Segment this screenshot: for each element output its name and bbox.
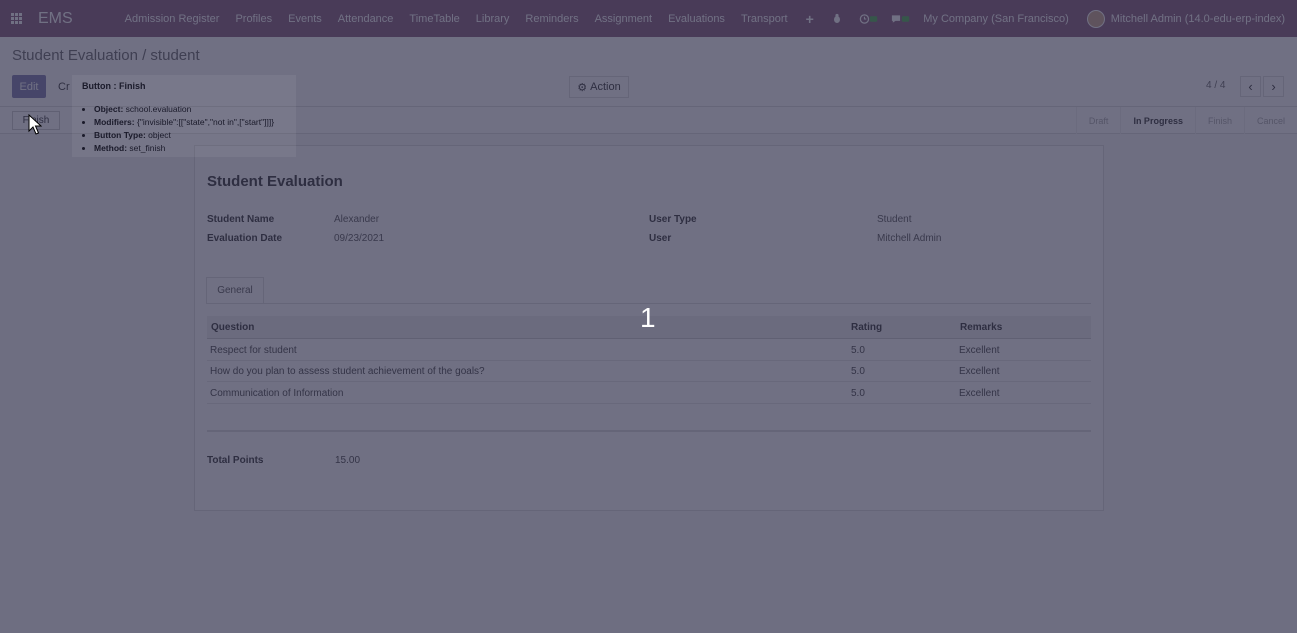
table-empty-row: [207, 405, 1091, 432]
user-label: User: [649, 233, 672, 244]
chat-icon[interactable]: [891, 0, 911, 37]
cell-remarks: Excellent: [959, 366, 1000, 377]
menu-evaluations[interactable]: Evaluations: [660, 0, 733, 37]
chevron-right-icon: ›: [1271, 79, 1276, 94]
student-name-field[interactable]: Alexander: [334, 214, 379, 225]
menu-events[interactable]: Events: [280, 0, 330, 37]
column-remarks[interactable]: Remarks: [960, 322, 1002, 333]
menu-library[interactable]: Library: [468, 0, 518, 37]
pager-next-button[interactable]: ›: [1263, 76, 1284, 97]
stage-finish[interactable]: Finish: [1194, 107, 1244, 134]
user-type-field[interactable]: Student: [877, 214, 911, 225]
total-points-label: Total Points: [207, 455, 264, 466]
chevron-left-icon: ‹: [1248, 79, 1253, 94]
navbar-systray: My Company (San Francisco) Mitchell Admi…: [821, 0, 1297, 37]
pager-previous-button[interactable]: ‹: [1240, 76, 1261, 97]
breadcrumb[interactable]: Student Evaluation / student: [12, 47, 200, 64]
top-navbar: EMS Admission Register Profiles Events A…: [0, 0, 1297, 37]
table-row[interactable]: Communication of Information 5.0 Excelle…: [207, 383, 1091, 404]
tab-general[interactable]: General: [206, 277, 264, 303]
sheet-title: Student Evaluation: [207, 173, 343, 190]
cell-remarks: Excellent: [959, 388, 1000, 399]
table-row[interactable]: How do you plan to assess student achiev…: [207, 361, 1091, 382]
total-points-value: 15.00: [335, 455, 361, 466]
cell-question: How do you plan to assess student achiev…: [210, 366, 485, 377]
evaluation-date-field[interactable]: 09/23/2021: [334, 233, 384, 244]
cell-rating: 5.0: [851, 366, 865, 377]
cell-rating: 5.0: [851, 388, 865, 399]
stage-in-progress[interactable]: In Progress: [1120, 107, 1195, 134]
cell-question: Respect for student: [210, 345, 297, 356]
main-menu: Admission Register Profiles Events Atten…: [117, 0, 824, 37]
menu-profiles[interactable]: Profiles: [227, 0, 280, 37]
menu-attendance[interactable]: Attendance: [330, 0, 402, 37]
button-tooltip: Button : Finish Object: school.evaluatio…: [72, 75, 296, 157]
stage-cancel[interactable]: Cancel: [1243, 107, 1297, 134]
tooltip-item-modifiers: Modifiers: {"invisible":[["state","not i…: [94, 116, 274, 129]
pager-value: 4 / 4: [1206, 80, 1226, 91]
menu-timetable[interactable]: TimeTable: [401, 0, 467, 37]
user-menu[interactable]: Mitchell Admin (14.0-edu-erp-index): [1111, 13, 1285, 25]
student-name-label: Student Name: [207, 214, 275, 225]
table-row[interactable]: Respect for student 5.0 Excellent: [207, 340, 1091, 361]
add-menu-icon[interactable]: +: [796, 0, 824, 37]
menu-reminders[interactable]: Reminders: [517, 0, 586, 37]
evaluation-date-label: Evaluation Date: [207, 233, 283, 244]
company-switcher[interactable]: My Company (San Francisco): [923, 13, 1069, 25]
column-question[interactable]: Question: [211, 322, 254, 333]
tooltip-item-object: Object: school.evaluation: [94, 103, 274, 116]
user-avatar[interactable]: [1086, 9, 1105, 28]
app-brand[interactable]: EMS: [38, 10, 73, 28]
gear-icon: ⚙: [577, 81, 588, 94]
menu-transport[interactable]: Transport: [733, 0, 796, 37]
status-stages: Draft In Progress Finish Cancel: [1075, 107, 1297, 134]
tooltip-item-button-type: Button Type: object: [94, 129, 274, 142]
action-dropdown-button[interactable]: ⚙ Action: [569, 76, 629, 98]
cell-rating: 5.0: [851, 345, 865, 356]
edit-button[interactable]: Edit: [12, 75, 46, 98]
action-label: Action: [590, 81, 621, 93]
bug-icon[interactable]: [827, 0, 847, 37]
tooltip-details: Object: school.evaluation Modifiers: {"i…: [82, 103, 274, 155]
cell-question: Communication of Information: [210, 388, 344, 399]
apps-menu-icon[interactable]: [0, 0, 32, 37]
user-field[interactable]: Mitchell Admin: [877, 233, 941, 244]
menu-admission-register[interactable]: Admission Register: [117, 0, 228, 37]
stage-draft[interactable]: Draft: [1075, 107, 1121, 134]
cell-remarks: Excellent: [959, 345, 1000, 356]
activity-clock-icon[interactable]: [859, 0, 879, 37]
user-type-label: User Type: [649, 214, 697, 225]
tooltip-item-method: Method: set_finish: [94, 142, 274, 155]
tooltip-title: Button : Finish: [82, 81, 146, 91]
column-rating[interactable]: Rating: [851, 322, 882, 333]
menu-assignment[interactable]: Assignment: [587, 0, 660, 37]
mouse-cursor-icon: [28, 114, 42, 135]
step-number: 1: [640, 302, 656, 333]
